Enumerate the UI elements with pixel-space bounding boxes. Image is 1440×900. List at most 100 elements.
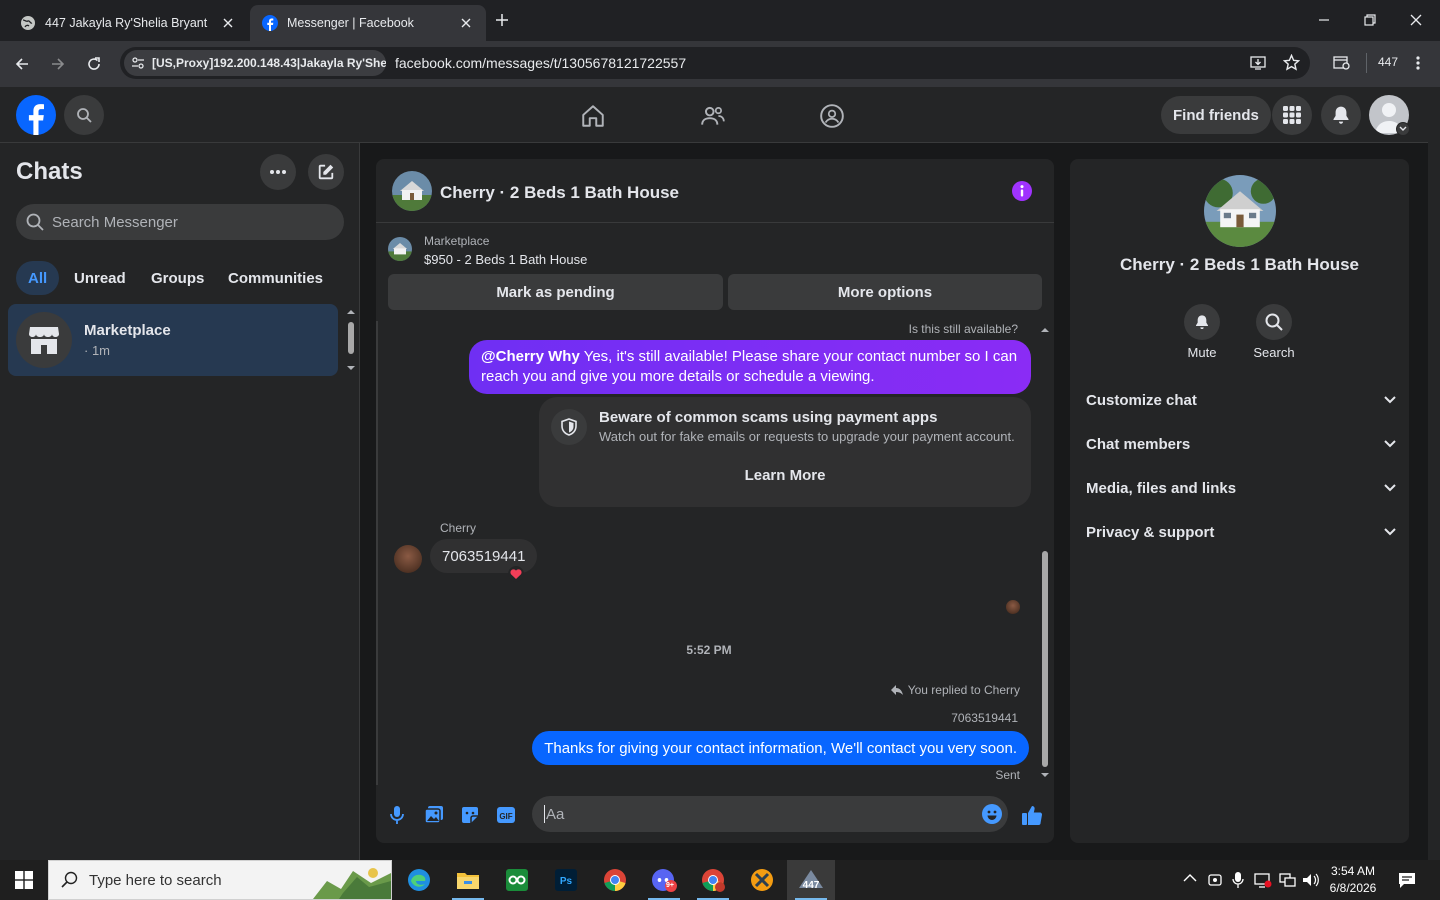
- tray-volume-icon[interactable]: [1302, 872, 1320, 888]
- svg-text:GIF: GIF: [499, 812, 512, 821]
- friends-icon[interactable]: [700, 103, 726, 129]
- filter-all[interactable]: All: [16, 261, 60, 295]
- new-tab-icon[interactable]: [494, 12, 510, 28]
- reply-note-text: You replied to Cherry: [907, 683, 1020, 697]
- tray-ethernet-icon[interactable]: [1278, 872, 1296, 888]
- listing-title[interactable]: $950 - 2 Beds 1 Bath House: [424, 252, 587, 267]
- close-tab-icon[interactable]: [458, 15, 474, 31]
- windows-start-icon[interactable]: [0, 860, 48, 900]
- edge-icon[interactable]: [395, 860, 443, 900]
- section-label: Privacy & support: [1086, 523, 1215, 541]
- mark-as-pending-button[interactable]: Mark as pending: [388, 274, 723, 310]
- page-scrollbar[interactable]: [1428, 87, 1440, 860]
- filter-groups[interactable]: Groups: [139, 261, 216, 295]
- conversation-pane: Cherry · 2 Beds 1 Bath House Marketplace…: [376, 159, 1054, 843]
- heart-reaction-icon[interactable]: [508, 566, 524, 582]
- voice-clip-icon[interactable]: [388, 805, 406, 825]
- chat-members-row[interactable]: Chat members: [1086, 429, 1396, 459]
- mention-text[interactable]: @Cherry Why: [481, 348, 580, 365]
- file-explorer-icon[interactable]: [444, 860, 492, 900]
- outgoing-reply-bubble[interactable]: Thanks for giving your contact informati…: [532, 731, 1029, 765]
- customize-chat-row[interactable]: Customize chat: [1086, 385, 1396, 415]
- chrome-profile-icon[interactable]: [689, 860, 737, 900]
- text-cursor: [544, 805, 545, 823]
- reload-icon[interactable]: [84, 54, 104, 74]
- site-info-chip[interactable]: [US,Proxy]192.200.148.43|Jakayla Ry'Shel…: [124, 50, 386, 76]
- back-icon[interactable]: [12, 54, 32, 74]
- notification-center-icon[interactable]: [1398, 871, 1416, 889]
- notifications-bell-icon[interactable]: [1321, 95, 1361, 135]
- menu-grid-icon[interactable]: [1272, 95, 1312, 135]
- new-message-icon[interactable]: [308, 154, 344, 190]
- fb-search-icon[interactable]: [64, 95, 104, 135]
- browser-tab-profile[interactable]: 447 Jakayla Ry'Shelia Bryant: [8, 5, 248, 41]
- taskbar-clock[interactable]: 3:54 AM 6/8/2026: [1326, 863, 1380, 897]
- mute-label[interactable]: Mute: [1174, 345, 1230, 360]
- chats-sidebar: Chats Search Messenger All Unread Groups…: [0, 143, 360, 860]
- search-messenger-input[interactable]: Search Messenger: [16, 204, 344, 240]
- facebook-logo-icon[interactable]: [16, 95, 56, 135]
- like-thumb-icon[interactable]: [1021, 804, 1043, 826]
- account-chevron-icon[interactable]: [1396, 122, 1410, 136]
- minimize-icon[interactable]: [1316, 12, 1332, 28]
- forward-icon[interactable]: [48, 54, 68, 74]
- tray-chevron-up-icon[interactable]: [1183, 873, 1197, 883]
- chrome-icon[interactable]: [591, 860, 639, 900]
- search-placeholder: Search Messenger: [52, 213, 178, 231]
- home-icon[interactable]: [580, 103, 606, 129]
- emoji-icon[interactable]: [982, 804, 1002, 824]
- info-icon[interactable]: [1012, 181, 1032, 201]
- profile-label[interactable]: 447: [1378, 55, 1398, 69]
- search-icon: [26, 213, 44, 231]
- listing-avatar[interactable]: [392, 171, 432, 211]
- learn-more-button[interactable]: Learn More: [551, 457, 1019, 493]
- chat-list-scrollbar[interactable]: [344, 306, 358, 374]
- gif-icon[interactable]: GIF: [496, 805, 516, 825]
- browser-tab-messenger[interactable]: Messenger | Facebook: [250, 5, 486, 41]
- chat-list-item[interactable]: Marketplace · 1m: [8, 304, 338, 376]
- privacy-support-row[interactable]: Privacy & support: [1086, 517, 1396, 547]
- install-app-icon[interactable]: [1250, 55, 1268, 71]
- filter-communities[interactable]: Communities: [216, 261, 335, 295]
- reading-list-icon[interactable]: [1333, 55, 1351, 71]
- url-text[interactable]: facebook.com/messages/t/1305678121722557: [395, 55, 686, 71]
- chevron-down-icon: [1384, 440, 1396, 448]
- conversation-title[interactable]: Cherry · 2 Beds 1 Bath House: [440, 183, 679, 203]
- details-avatar[interactable]: [1204, 175, 1276, 247]
- close-tab-icon[interactable]: [220, 15, 236, 31]
- tray-meet-now-icon[interactable]: [1207, 872, 1223, 888]
- browser-menu-icon[interactable]: [1416, 55, 1420, 71]
- search-label[interactable]: Search: [1246, 345, 1302, 360]
- more-options-button[interactable]: More options: [728, 274, 1042, 310]
- chevron-down-icon: [1384, 528, 1396, 536]
- outgoing-message-bubble[interactable]: @Cherry Why Yes, it's still available! P…: [469, 340, 1031, 394]
- bookmark-star-icon[interactable]: [1283, 54, 1300, 71]
- goodnotes-icon[interactable]: [493, 860, 541, 900]
- photoshop-icon[interactable]: Ps: [542, 860, 590, 900]
- close-window-icon[interactable]: [1408, 12, 1424, 28]
- taskbar-search-box[interactable]: Type here to search: [48, 860, 392, 900]
- tray-network-warning-icon[interactable]: [1254, 872, 1272, 888]
- tune-icon: [132, 57, 144, 69]
- tray-microphone-icon[interactable]: [1231, 871, 1245, 889]
- mute-bell-icon[interactable]: [1184, 304, 1220, 340]
- filter-unread[interactable]: Unread: [62, 261, 138, 295]
- groups-icon[interactable]: [819, 103, 845, 129]
- search-conversation-icon[interactable]: [1256, 304, 1292, 340]
- sticker-icon[interactable]: [460, 805, 480, 825]
- find-friends-button[interactable]: Find friends: [1161, 96, 1271, 134]
- app-x-icon[interactable]: [738, 860, 786, 900]
- profile-447-app-icon[interactable]: 447: [787, 860, 835, 900]
- listing-thumbnail[interactable]: [388, 237, 412, 261]
- address-bar[interactable]: [US,Proxy]192.200.148.43|Jakayla Ry'Shel…: [120, 47, 1310, 79]
- thread-scrollbar[interactable]: [1038, 323, 1052, 783]
- restore-icon[interactable]: [1362, 12, 1378, 28]
- chats-title: Chats: [16, 158, 83, 185]
- discord-badge: 9+: [666, 882, 674, 889]
- message-input[interactable]: Aa: [532, 796, 1008, 832]
- cherry-avatar[interactable]: [394, 545, 422, 573]
- media-files-links-row[interactable]: Media, files and links: [1086, 473, 1396, 503]
- chats-options-icon[interactable]: [260, 154, 296, 190]
- discord-icon[interactable]: 9+: [640, 860, 688, 900]
- attach-photo-icon[interactable]: [424, 805, 444, 825]
